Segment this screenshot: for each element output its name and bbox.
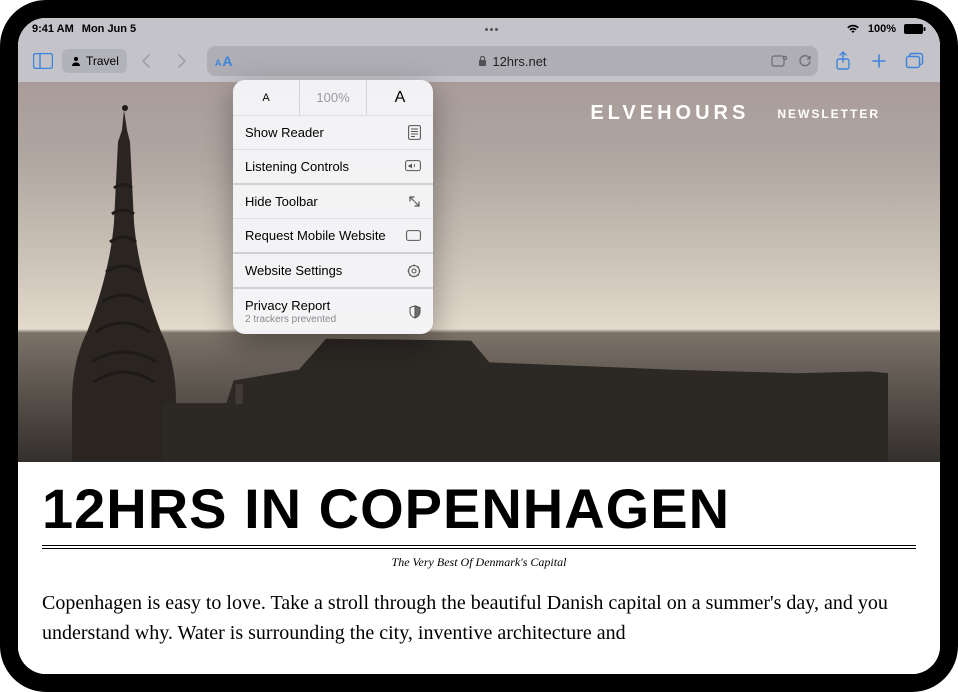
zoom-segment: A 100% A: [233, 80, 433, 116]
listening-controls-row[interactable]: Listening Controls: [233, 150, 433, 185]
screen: 9:41 AM Mon Jun 5 100%: [18, 18, 940, 674]
text-size-button[interactable]: AA: [215, 53, 233, 69]
privacy-report-subtext: 2 trackers prevented: [245, 314, 336, 325]
address-bar[interactable]: AA 12hrs.net: [207, 46, 818, 76]
article-headline: 12HRS IN COPENHAGEN: [42, 476, 916, 549]
site-logo-partial[interactable]: ELVEHOURS: [590, 102, 749, 125]
lock-icon: [478, 55, 487, 67]
share-button[interactable]: [826, 44, 860, 78]
roofline-graphic: [163, 317, 888, 462]
webpage-content[interactable]: ELVEHOURS NEWSLETTER 12HRS IN COPENHAGEN…: [18, 82, 940, 674]
show-reader-label: Show Reader: [245, 125, 324, 140]
sidebar-button[interactable]: [26, 44, 60, 78]
gear-icon: [407, 264, 421, 278]
battery-icon: [904, 24, 926, 34]
listening-controls-label: Listening Controls: [245, 159, 349, 174]
profile-pill[interactable]: Travel: [62, 49, 127, 73]
newsletter-link[interactable]: NEWSLETTER: [777, 107, 880, 121]
reader-icon: [408, 125, 421, 140]
speaker-bubble-icon: [405, 160, 421, 173]
extensions-icon[interactable]: [770, 54, 788, 68]
website-settings-label: Website Settings: [245, 263, 342, 278]
status-date: Mon Jun 5: [82, 23, 136, 35]
shield-icon: [409, 305, 421, 319]
person-icon: [70, 55, 82, 67]
request-mobile-row[interactable]: Request Mobile Website: [233, 219, 433, 254]
tabs-button[interactable]: [898, 44, 932, 78]
article-subtitle: The Very Best Of Denmark's Capital: [42, 555, 916, 570]
wifi-icon: [846, 24, 860, 34]
back-button[interactable]: [129, 44, 163, 78]
ipad-frame: 9:41 AM Mon Jun 5 100%: [0, 0, 958, 692]
safari-toolbar: Travel AA 12hrs.net: [18, 40, 940, 82]
hero-image: ELVEHOURS NEWSLETTER: [18, 82, 940, 462]
forward-button[interactable]: [165, 44, 199, 78]
battery-percent: 100%: [868, 23, 896, 35]
privacy-report-label: Privacy Report: [245, 298, 330, 313]
status-bar: 9:41 AM Mon Jun 5 100%: [18, 18, 940, 40]
article: 12HRS IN COPENHAGEN The Very Best Of Den…: [18, 462, 940, 648]
profile-label: Travel: [86, 54, 119, 68]
site-nav: ELVEHOURS NEWSLETTER: [590, 102, 880, 125]
request-mobile-label: Request Mobile Website: [245, 228, 386, 243]
privacy-report-row[interactable]: Privacy Report 2 trackers prevented: [233, 289, 433, 334]
reload-button[interactable]: [798, 54, 812, 68]
website-settings-row[interactable]: Website Settings: [233, 254, 433, 289]
hide-toolbar-label: Hide Toolbar: [245, 194, 318, 209]
device-icon: [406, 230, 421, 241]
new-tab-button[interactable]: [862, 44, 896, 78]
multitask-dots-icon[interactable]: [485, 28, 498, 31]
zoom-out-button[interactable]: A: [233, 80, 300, 115]
zoom-level[interactable]: 100%: [300, 80, 367, 115]
privacy-report-text: Privacy Report 2 trackers prevented: [245, 298, 336, 325]
hide-toolbar-row[interactable]: Hide Toolbar: [233, 185, 433, 219]
url-text: 12hrs.net: [492, 54, 546, 69]
show-reader-row[interactable]: Show Reader: [233, 116, 433, 150]
article-body: Copenhagen is easy to love. Take a strol…: [42, 588, 916, 648]
status-time: 9:41 AM: [32, 23, 74, 35]
expand-arrows-icon: [408, 195, 421, 208]
page-settings-popover: A 100% A Show Reader Listening Controls …: [233, 80, 433, 334]
zoom-in-button[interactable]: A: [367, 80, 433, 115]
